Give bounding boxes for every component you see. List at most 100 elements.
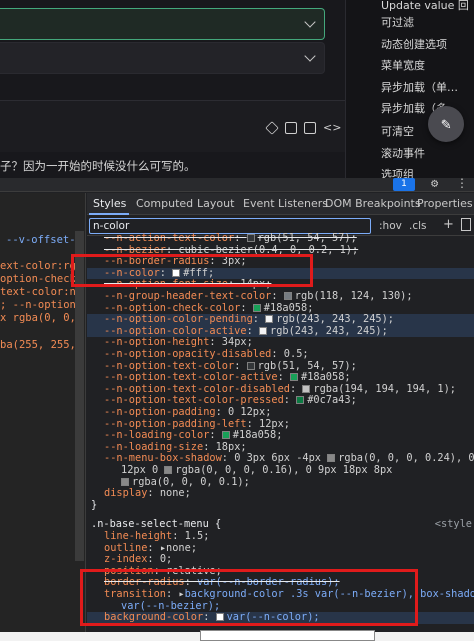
tab-dom-breakpoints[interactable]: DOM Breakpoints (325, 197, 421, 210)
css-value[interactable]: #0c7a43; (307, 394, 357, 407)
css-property[interactable]: --n-option-padding (104, 406, 216, 418)
edit-icon[interactable] (285, 122, 297, 134)
css-value[interactable]: rgb(243, 243, 245); (276, 313, 394, 325)
css-value[interactable]: 12px; (259, 418, 290, 430)
color-swatch[interactable] (302, 384, 311, 393)
cls-button[interactable]: .cls (409, 220, 427, 232)
nav-item[interactable]: 滚动事件 (381, 145, 425, 161)
color-swatch[interactable] (246, 234, 255, 242)
css-value[interactable]: 18px; (216, 441, 247, 453)
css-value[interactable]: 12px 0 (121, 464, 164, 476)
nav-item[interactable]: 菜单宽度 (381, 57, 425, 73)
css-property[interactable]: --n-option-text-color (104, 360, 234, 372)
color-swatch[interactable] (246, 361, 255, 370)
css-value[interactable]: rgb(243, 243, 245); (270, 325, 388, 337)
css-property[interactable]: --n-option-opacity-disabled (104, 348, 271, 360)
css-property[interactable]: --n-option-text-color-disabled (104, 383, 290, 395)
color-swatch[interactable] (252, 303, 261, 312)
color-swatch[interactable] (283, 292, 292, 300)
css-value[interactable]: rgba(0, 0, 0, 0.16), 0 9px 18px 8px (175, 464, 392, 476)
rule-end[interactable]: } (87, 499, 474, 512)
css-value[interactable]: rgba(0, 0, 0, 0.1); (132, 476, 250, 488)
css-property[interactable]: --n-option-color-active (104, 325, 247, 337)
add-rule-button[interactable]: + (443, 217, 454, 232)
css-property[interactable]: --n-menu-box-shadow (104, 452, 222, 465)
toggle-sidebar-icon[interactable] (461, 218, 471, 231)
css-value[interactable]: 34px; (222, 336, 253, 349)
color-swatch[interactable] (296, 396, 305, 405)
css-property[interactable]: --n-action-text-color (104, 232, 234, 244)
magic-wand-button[interactable]: ✎ (428, 106, 464, 142)
css-value[interactable]: none; (160, 487, 191, 499)
tab-event-listeners[interactable]: Event Listeners (243, 197, 328, 210)
css-property[interactable]: outline (104, 542, 147, 554)
shadow-swatch[interactable] (164, 466, 173, 474)
code-icon[interactable]: <> (323, 122, 341, 134)
css-value[interactable]: 0.5; (284, 348, 309, 360)
css-property[interactable]: z-index (104, 553, 147, 565)
css-declaration[interactable]: display: none; (87, 487, 474, 500)
bottom-element (200, 630, 375, 641)
css-value[interactable]: rgb(51, 54, 57); (258, 232, 357, 244)
css-value[interactable]: rgb(51, 54, 57); (258, 360, 357, 372)
tab-styles[interactable]: Styles (93, 197, 126, 210)
css-property[interactable]: display (104, 487, 147, 499)
css-property[interactable]: --n-loading-color (104, 429, 209, 441)
anchor-nav: Update value 回可过滤 动态创建选项 菜单宽度 异步加载（单… 异步加载（多… (345, 0, 474, 181)
shadow-swatch[interactable] (121, 477, 129, 486)
cube-icon[interactable] (265, 121, 279, 135)
css-value[interactable]: rgba(194, 194, 194, 1); (313, 383, 456, 395)
tab-layout[interactable]: Layout (197, 197, 234, 210)
style-source-link[interactable]: <style (435, 519, 472, 531)
css-property[interactable]: --n-option-text-color-pressed (104, 394, 284, 407)
element-attr-line: text-color:n (0, 286, 76, 298)
devtools-panel: 1 ⚙ ⋮ --v-offset-ext-color:rgb option-che… (0, 176, 474, 641)
issues-badge[interactable]: 1 (393, 178, 415, 191)
css-property[interactable]: --n-option-height (104, 336, 209, 349)
css-value[interactable]: rgb(118, 124, 130); (295, 290, 413, 302)
css-value[interactable]: rgba(0, 0, 0, 0.24), 0 6px (338, 452, 474, 465)
css-property[interactable]: --n-group-header-text-color (104, 290, 271, 302)
css-value[interactable]: 0; (160, 553, 172, 565)
nav-item[interactable]: 可清空 (381, 123, 414, 139)
element-attr-line: option-check (0, 273, 76, 285)
hov-button[interactable]: :hov (379, 220, 402, 232)
select-input[interactable] (0, 42, 325, 74)
demo-toolbar: <> (265, 121, 341, 135)
chevron-down-icon (304, 16, 316, 28)
css-selector[interactable]: .n-base-select-menu { (91, 518, 221, 531)
nav-item[interactable]: 可过滤 (381, 14, 414, 30)
tab-properties[interactable]: Properties (417, 197, 473, 210)
css-property[interactable]: --n-option-color-pending (104, 313, 253, 325)
app-page: <> 子？因为一开始的时候没什么可写的。 Update value 回可过滤 动态… (0, 0, 474, 181)
tab-computed[interactable]: Computed (136, 197, 193, 210)
gear-icon[interactable]: ⚙ (431, 176, 438, 190)
css-property[interactable]: --n-option-padding-left (104, 418, 247, 430)
nav-item[interactable]: 动态创建选项 (381, 36, 447, 52)
sidebar-tabs: Styles Computed Layout Event Listeners D… (87, 193, 474, 215)
css-value[interactable]: #18a058; (264, 302, 314, 314)
devtools-toolbar: 1 ⚙ ⋮ (0, 176, 474, 192)
nav-item[interactable]: 异步加载（单… (381, 79, 458, 95)
select-input-focused[interactable] (0, 8, 325, 40)
css-property[interactable]: --n-loading-size (104, 441, 203, 453)
color-swatch[interactable] (290, 373, 298, 382)
css-property[interactable]: line-height (104, 530, 172, 542)
css-value[interactable]: 1.5; (185, 530, 210, 542)
copy-icon[interactable] (304, 122, 316, 134)
color-swatch[interactable] (259, 326, 267, 335)
css-property[interactable]: --n-option-check-color (104, 302, 240, 314)
color-swatch[interactable] (221, 431, 230, 440)
css-value[interactable]: 0 3px 6px -4px (234, 452, 327, 465)
more-menu-icon[interactable]: ⋮ (456, 176, 468, 190)
css-property[interactable]: --n-option-text-color-active (104, 371, 278, 383)
css-value[interactable]: #18a058; (233, 429, 283, 441)
color-swatch[interactable] (265, 315, 274, 324)
css-value[interactable]: #18a058; (301, 371, 351, 383)
element-attr-line: ext-color:rgb (0, 260, 83, 272)
shadow-swatch[interactable] (327, 454, 336, 463)
nav-item[interactable]: Update value 回 (381, 0, 469, 13)
css-value[interactable]: 0 12px; (228, 406, 271, 418)
css-value[interactable]: none; (166, 542, 197, 554)
element-attr-line: x rgba(0, 0, (0, 312, 76, 324)
